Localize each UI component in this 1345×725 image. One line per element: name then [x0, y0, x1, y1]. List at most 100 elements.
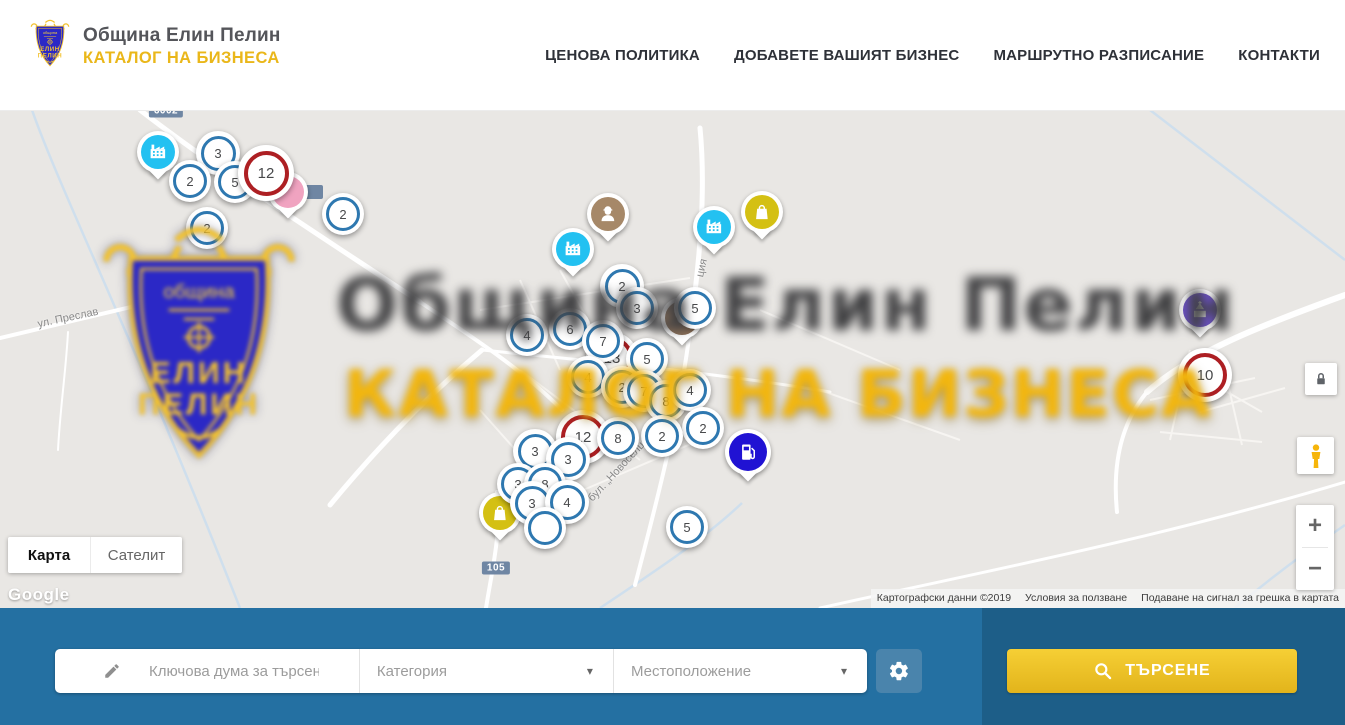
cluster-count: 6 — [566, 322, 573, 337]
municipality-shield-icon — [27, 17, 73, 75]
map-type-satellite-button[interactable]: Сателит — [90, 537, 182, 573]
cluster-marker-4[interactable]: 4 — [669, 369, 711, 411]
location-select-value: Местоположение — [631, 663, 751, 680]
shop-pin[interactable] — [741, 191, 783, 233]
factory-icon-circle — [556, 232, 590, 266]
keyword-field[interactable] — [55, 649, 359, 693]
pegman-icon — [1304, 443, 1328, 469]
map-attribution: Картографски данни ©2019 Условия за полз… — [871, 589, 1345, 608]
fuel-station-pin[interactable] — [725, 429, 771, 475]
shopping-bag-icon — [751, 201, 773, 223]
google-logo: Google — [8, 585, 70, 605]
cluster-marker-2[interactable]: 2 — [322, 193, 364, 235]
location-select[interactable]: Местоположение ▾ — [613, 649, 867, 693]
church-icon-circle — [1183, 293, 1217, 327]
factory-icon-circle — [697, 210, 731, 244]
cluster-count: 3 — [528, 496, 535, 511]
cluster-count: 2 — [658, 429, 665, 444]
advanced-settings-button[interactable] — [876, 649, 922, 693]
chevron-down-icon: ▾ — [841, 664, 847, 678]
cluster-marker-12[interactable]: 12 — [238, 145, 294, 201]
report-error-link[interactable]: Подаване на сигнал за грешка в картата — [1141, 592, 1339, 604]
category-select[interactable]: Категория ▾ — [359, 649, 613, 693]
pencil-icon — [103, 662, 121, 680]
cluster-count: 4 — [686, 383, 693, 398]
zoom-control: + − — [1296, 505, 1334, 590]
search-icon — [1093, 661, 1113, 681]
worker-icon-circle — [591, 197, 625, 231]
cluster-marker-4[interactable]: 4 — [506, 314, 548, 356]
cluster-marker-3[interactable]: 3 — [616, 287, 658, 329]
cluster-count: 4 — [523, 328, 530, 343]
header: Община Елин Пелин КАТАЛОГ НА БИЗНЕСА ЦЕН… — [0, 0, 1345, 111]
cluster-count: 4 — [563, 495, 570, 510]
attribution-copyright: Картографски данни ©2019 — [877, 592, 1011, 604]
fuel-icon — [736, 440, 760, 464]
worker-icon — [597, 203, 619, 225]
site-subtitle: КАТАЛОГ НА БИЗНЕСА — [83, 49, 281, 68]
factory-icon-circle — [141, 135, 175, 169]
cluster-marker-8[interactable]: 8 — [597, 417, 639, 459]
cluster-ring — [528, 511, 562, 545]
cluster-marker-5[interactable]: 5 — [666, 506, 708, 548]
search-button[interactable]: ТЪРСЕНЕ — [1007, 649, 1297, 693]
factory-icon — [562, 238, 584, 260]
zoom-out-button[interactable]: − — [1296, 548, 1334, 590]
lock-icon — [1312, 370, 1330, 388]
page: община ЕЛИН ПЕЛИН Община Елин Пелин КАТА… — [0, 0, 1345, 725]
cluster-marker-10[interactable]: 10 — [1178, 348, 1232, 402]
lock-button[interactable] — [1305, 363, 1337, 395]
nav-item-route-schedule[interactable]: МАРШРУТНО РАЗПИСАНИЕ — [993, 47, 1204, 64]
road-number-label: 105 — [482, 562, 510, 575]
terms-link[interactable]: Условия за ползване — [1025, 592, 1127, 604]
zoom-in-button[interactable]: + — [1296, 505, 1334, 547]
map-type-map-button[interactable]: Карта — [8, 537, 90, 573]
factory-pin[interactable] — [693, 206, 735, 248]
nav-item-add-business[interactable]: ДОБАВЕТЕ ВАШИЯТ БИЗНЕС — [734, 47, 959, 64]
factory-icon — [147, 141, 169, 163]
factory-pin[interactable] — [137, 131, 179, 173]
factory-icon — [703, 216, 725, 238]
nav-item-contacts[interactable]: КОНТАКТИ — [1238, 47, 1320, 64]
factory-pin[interactable] — [552, 228, 594, 270]
road-number-label: 6002 — [149, 110, 183, 118]
gear-icon — [888, 660, 910, 682]
cluster-marker-2[interactable]: 2 — [682, 407, 724, 449]
map-viewport[interactable]: ул. Преславбул. „Новоселци"ция6002105 23… — [0, 110, 1345, 608]
keyword-input[interactable] — [147, 662, 321, 681]
cluster-count: 10 — [1197, 367, 1214, 384]
chevron-down-icon: ▾ — [587, 664, 593, 678]
cluster-count: 5 — [683, 520, 690, 535]
cluster-count: 3 — [564, 452, 571, 467]
search-fields: Категория ▾ Местоположение ▾ — [55, 649, 867, 693]
street-view-pegman[interactable] — [1297, 437, 1334, 474]
cluster-count: 5 — [691, 301, 698, 316]
cluster-count: 8 — [614, 431, 621, 446]
cluster-count: 2 — [186, 174, 193, 189]
cluster-marker[interactable] — [524, 507, 566, 549]
map-type-control: Карта Сателит — [8, 537, 182, 573]
cluster-count: 4 — [584, 370, 591, 385]
search-button-label: ТЪРСЕНЕ — [1125, 662, 1210, 680]
main-nav: ЦЕНОВА ПОЛИТИКА ДОБАВЕТЕ ВАШИЯТ БИЗНЕС МАР… — [545, 0, 1320, 110]
cluster-count: 3 — [214, 146, 221, 161]
category-select-value: Категория — [377, 663, 447, 680]
cluster-marker-2[interactable]: 2 — [641, 415, 683, 457]
cluster-count: 12 — [258, 165, 275, 182]
worker-pin[interactable] — [587, 193, 629, 235]
search-bar: Категория ▾ Местоположение ▾ ТЪРСЕНЕ — [0, 608, 1345, 725]
cluster-marker-5[interactable]: 5 — [674, 287, 716, 329]
nav-item-pricing[interactable]: ЦЕНОВА ПОЛИТИКА — [545, 47, 700, 64]
cluster-count: 3 — [633, 301, 640, 316]
site-logo[interactable]: Община Елин Пелин КАТАЛОГ НА БИЗНЕСА — [27, 17, 281, 75]
site-title: Община Елин Пелин — [83, 25, 281, 47]
cluster-count: 2 — [203, 221, 210, 236]
shopping-bag-icon-circle — [745, 195, 779, 229]
cluster-count: 3 — [531, 444, 538, 459]
cluster-marker-2[interactable]: 2 — [169, 160, 211, 202]
cluster-marker-2[interactable]: 2 — [186, 207, 228, 249]
church-pin[interactable] — [1179, 289, 1221, 331]
shopping-bag-icon — [489, 502, 511, 524]
fuel-icon-circle — [729, 433, 767, 471]
cluster-count: 5 — [643, 352, 650, 367]
